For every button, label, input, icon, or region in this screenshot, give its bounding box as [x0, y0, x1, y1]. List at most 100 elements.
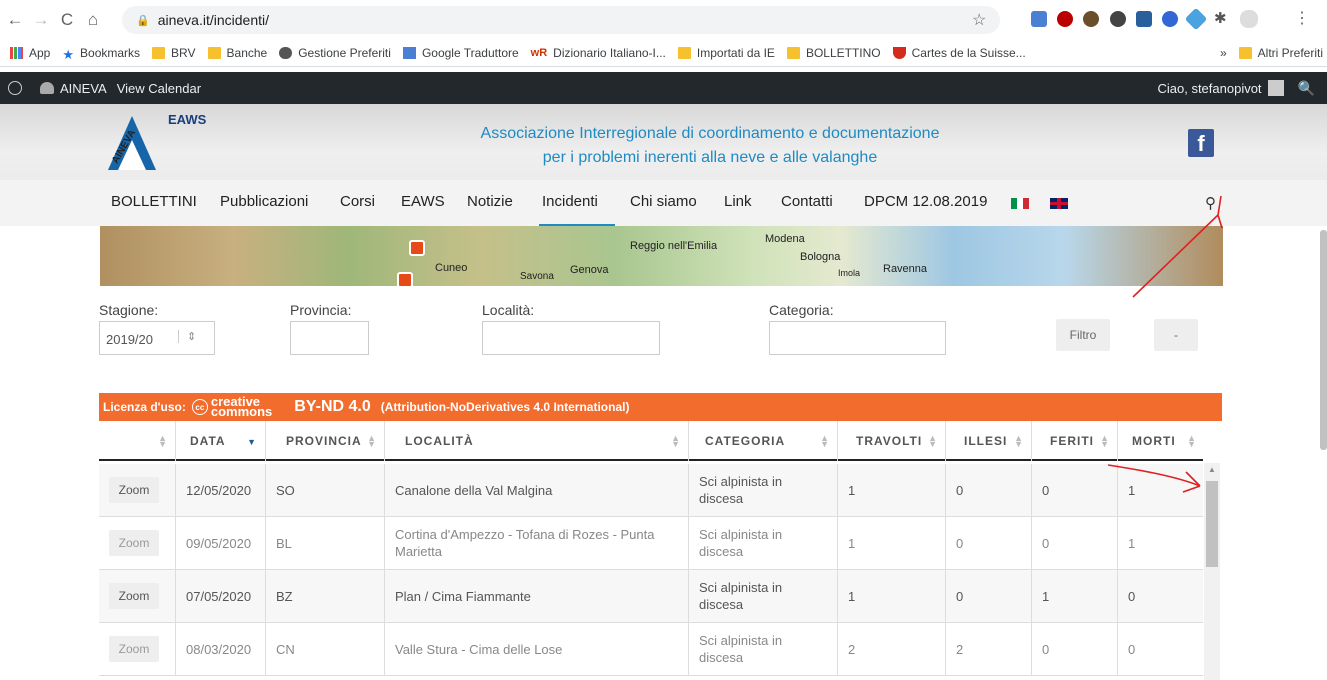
folder-icon	[207, 47, 221, 59]
nav-notizie[interactable]: Notizie	[467, 193, 513, 210]
map-label: Cuneo	[435, 262, 468, 274]
map-marker-icon[interactable]	[409, 240, 425, 256]
translate-extension-icon[interactable]	[1031, 11, 1047, 27]
scroll-up-icon[interactable]: ▲	[1208, 465, 1216, 474]
bookmark-brv[interactable]: BRV	[152, 46, 196, 60]
column-header-data[interactable]: DATA ▼	[175, 421, 264, 461]
avatar[interactable]	[1267, 80, 1284, 96]
star-icon: ★	[62, 47, 75, 62]
extension-icon[interactable]	[1184, 7, 1208, 31]
cookie-extension-icon[interactable]	[1083, 11, 1099, 27]
bookmark-bookmarks[interactable]: ★ Bookmarks	[62, 46, 140, 62]
translate-icon	[402, 47, 416, 59]
localita-input[interactable]	[482, 321, 660, 355]
folder-icon	[677, 47, 691, 59]
address-bar[interactable]: 🔒 aineva.it/incidenti/	[122, 6, 1000, 34]
bookmarks-bar: App ★ Bookmarks BRV Banche Gestione Prefe…	[0, 40, 1327, 67]
zoom-button[interactable]: Zoom	[109, 583, 159, 609]
admin-greeting[interactable]: Ciao, stefanopivot	[1157, 81, 1261, 96]
eaws-logo[interactable]: EAWS	[168, 112, 206, 127]
table-row: Zoom 08/03/2020 CN Valle Stura - Cima de…	[99, 623, 1203, 676]
map-label: Savona	[520, 271, 554, 282]
sort-icon: ▲ ▼	[367, 433, 377, 449]
nav-eaws[interactable]: EAWS	[401, 193, 445, 210]
nav-link[interactable]: Link	[724, 193, 752, 210]
reload-icon[interactable]: C	[56, 9, 78, 31]
table-cell: Cortina d'Ampezzo - Tofana di Rozes - Pu…	[384, 517, 687, 569]
site-tagline: Associazione Interregionale di coordinam…	[480, 125, 940, 166]
bookmark-apps[interactable]: App	[10, 46, 50, 60]
admin-view-calendar[interactable]: View Calendar	[117, 81, 201, 96]
dashboard-icon	[40, 82, 54, 94]
uk-flag-icon[interactable]	[1050, 198, 1068, 209]
facebook-icon[interactable]: f	[1188, 129, 1214, 157]
localita-label: Località:	[482, 302, 535, 318]
sort-icon: ▲ ▼	[928, 433, 938, 449]
extension-icon[interactable]	[1110, 11, 1126, 27]
zoom-button[interactable]: Zoom	[109, 530, 159, 556]
nav-pubblicazioni[interactable]: Pubblicazioni	[220, 193, 308, 210]
site-header: AINEVA EAWS Associazione Interregionale …	[0, 104, 1327, 226]
bookmark-importati-da-ie[interactable]: Importati da IE	[677, 46, 775, 60]
column-header-illesi[interactable]: ILLESI ▲ ▼	[945, 421, 1030, 461]
extension-icon[interactable]	[1162, 11, 1178, 27]
folder-icon	[1238, 47, 1252, 59]
zoom-button[interactable]: Zoom	[109, 636, 159, 662]
bookmark-altri-preferiti[interactable]: Altri Preferiti	[1238, 46, 1323, 60]
table-cell: 0	[1117, 623, 1203, 675]
nav-chi-siamo[interactable]: Chi siamo	[630, 193, 697, 210]
bookmark-gestione-preferiti[interactable]: Gestione Preferiti	[279, 46, 391, 60]
column-header-action[interactable]: ▲ ▼	[99, 421, 174, 461]
table-cell: Plan / Cima Fiammante	[384, 570, 687, 622]
bookmark-cartes-de-la-suisse[interactable]: Cartes de la Suisse...	[892, 46, 1026, 60]
map-marker-icon[interactable]	[397, 272, 413, 286]
back-icon[interactable]: ←	[4, 9, 26, 31]
column-header-categoria[interactable]: CATEGORIA ▲ ▼	[688, 421, 836, 461]
zoom-button[interactable]: Zoom	[109, 477, 159, 503]
aineva-logo[interactable]: AINEVA	[104, 112, 160, 174]
cc-logo-icon[interactable]: cc	[191, 399, 208, 415]
bookmark-dizionario[interactable]: wR Dizionario Italiano-I...	[531, 46, 666, 60]
sort-icon: ▲ ▼	[820, 433, 830, 449]
categoria-input[interactable]	[769, 321, 946, 355]
nav-bollettini[interactable]: BOLLETTINI	[111, 193, 197, 210]
column-header-localita[interactable]: LOCALITÀ ▲ ▼	[384, 421, 687, 461]
sort-icon: ▲ ▼	[158, 433, 168, 449]
ublock-extension-icon[interactable]	[1057, 11, 1073, 27]
column-header-travolti[interactable]: TRAVOLTI ▲ ▼	[837, 421, 944, 461]
stagione-select[interactable]: 2019/20 ⇕	[99, 321, 215, 355]
incidents-map[interactable]: Reggio nell'Emilia Modena Bologna Ravenn…	[100, 226, 1223, 286]
table-cell: 1	[1117, 517, 1203, 569]
forward-icon[interactable]: →	[30, 9, 52, 31]
license-type[interactable]: BY-ND 4.0	[294, 398, 370, 416]
nav-dpcm[interactable]: DPCM 12.08.2019	[864, 193, 987, 210]
filter-button[interactable]: Filtro	[1056, 319, 1110, 351]
table-scrollbar[interactable]: ▲	[1204, 463, 1220, 680]
search-icon[interactable]: 🔍	[1298, 80, 1315, 97]
menu-kebab-icon[interactable]: ⋮	[1294, 8, 1310, 27]
home-icon[interactable]: ⌂	[82, 9, 104, 31]
nav-incidenti[interactable]: Incidenti	[542, 193, 598, 210]
italian-flag-icon[interactable]	[1011, 198, 1029, 209]
provincia-input[interactable]	[290, 321, 369, 355]
admin-site-name[interactable]: AINEVA	[60, 81, 107, 96]
search-icon[interactable]: ⚲	[1205, 194, 1216, 212]
column-header-morti[interactable]: MORTI ▲ ▼	[1117, 421, 1203, 461]
profile-avatar-icon[interactable]	[1240, 10, 1258, 28]
nav-corsi[interactable]: Corsi	[340, 193, 375, 210]
puzzle-extensions-icon[interactable]: ✱	[1214, 9, 1230, 27]
nav-contatti[interactable]: Contatti	[781, 193, 833, 210]
column-header-feriti[interactable]: FERITI ▲ ▼	[1031, 421, 1116, 461]
column-header-provincia[interactable]: PROVINCIA ▲ ▼	[265, 421, 383, 461]
bookmark-google-traduttore[interactable]: Google Traduttore	[402, 46, 519, 60]
download-extension-icon[interactable]	[1136, 11, 1152, 27]
reset-button[interactable]: -	[1154, 319, 1198, 351]
bookmarks-overflow[interactable]: »	[1220, 46, 1227, 60]
bookmark-bollettino[interactable]: BOLLETTINO	[786, 46, 881, 60]
page-scrollbar-thumb[interactable]	[1320, 230, 1327, 450]
wordpress-logo-icon[interactable]	[8, 81, 22, 95]
bookmark-banche[interactable]: Banche	[207, 46, 267, 60]
map-label: Reggio nell'Emilia	[630, 240, 718, 252]
table-scrollbar-thumb[interactable]	[1206, 481, 1218, 567]
bookmark-star-icon[interactable]: ☆	[972, 10, 986, 30]
